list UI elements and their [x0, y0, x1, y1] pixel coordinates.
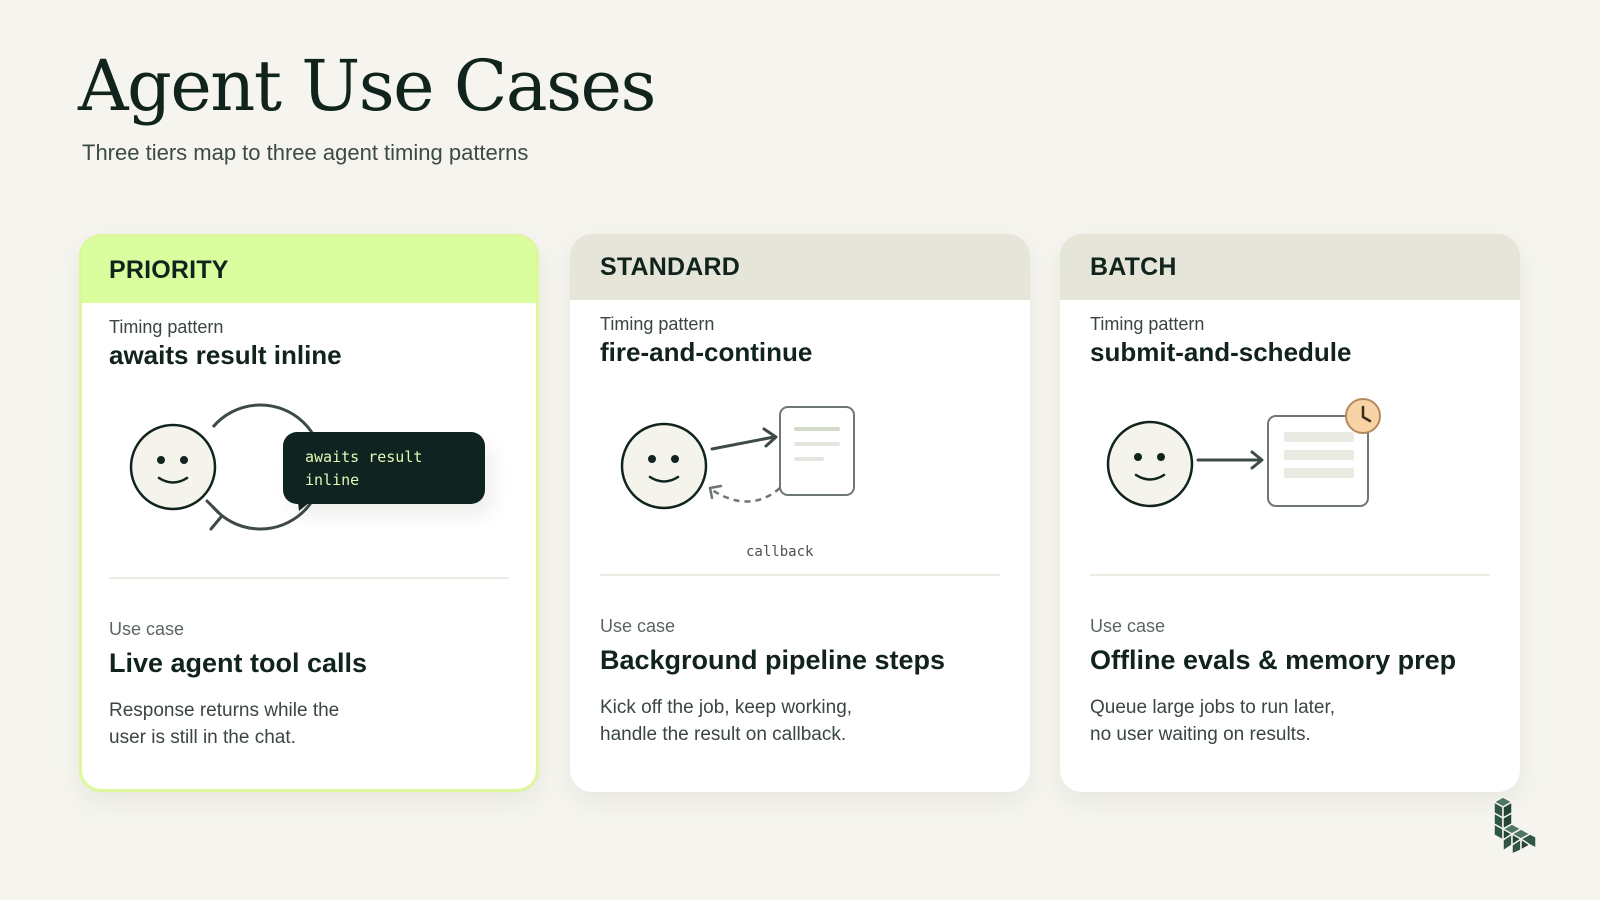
- document-icon: [779, 406, 855, 496]
- description-line-2: user is still in the chat.: [109, 727, 296, 748]
- description-line-1: Kick off the job, keep working,: [600, 697, 853, 718]
- smiley-user-icon: [129, 423, 217, 511]
- usecase-description: Kick off the job, keep working, handle t…: [600, 694, 870, 748]
- usecase-description: Queue large jobs to run later, no user w…: [1090, 694, 1360, 748]
- description-line-2: handle the result on callback.: [600, 724, 847, 745]
- usecase-label: Use case: [600, 616, 676, 636]
- usecase-label: Use case: [109, 619, 185, 639]
- batch-illustration: [1090, 374, 1490, 574]
- bubble-line-2: inline: [305, 471, 360, 489]
- usecase-value: Offline evals & memory prep: [1090, 645, 1457, 675]
- usecase-value: Live agent tool calls: [109, 648, 368, 678]
- standard-illustration: callback: [600, 374, 1000, 574]
- description-line-2: no user waiting on results.: [1090, 724, 1311, 745]
- card-header-standard: STANDARD: [570, 234, 1030, 300]
- divider: [1090, 574, 1490, 576]
- page-title: Agent Use Cases: [78, 45, 656, 127]
- description-line-1: Queue large jobs to run later,: [1090, 697, 1336, 718]
- divider: [600, 574, 1000, 576]
- submit-arrow-icon: [1196, 450, 1264, 470]
- callback-label: callback: [746, 544, 814, 560]
- standard-card: STANDARD Timing pattern fire-and-continu…: [570, 234, 1030, 792]
- bubble-line-1: awaits result: [305, 448, 423, 466]
- description-line-1: Response returns while the: [109, 700, 340, 721]
- timing-label: Timing pattern: [109, 317, 224, 337]
- card-header-priority: PRIORITY: [82, 237, 536, 303]
- smiley-user-icon: [620, 422, 708, 510]
- timing-value: submit-and-schedule: [1090, 337, 1352, 367]
- request-arrow-icon: [710, 427, 778, 451]
- usecase-label: Use case: [1090, 616, 1166, 636]
- card-header-batch: BATCH: [1060, 234, 1520, 300]
- awaits-result-bubble: awaits result inline: [283, 432, 485, 504]
- cube-stack-logo-icon: [1493, 796, 1537, 854]
- usecase-value: Background pipeline steps: [600, 645, 946, 675]
- timing-label: Timing pattern: [600, 314, 715, 334]
- priority-illustration: awaits result inline: [109, 377, 509, 577]
- priority-card: PRIORITY Timing pattern awaits result in…: [79, 234, 539, 792]
- usecase-description: Response returns while the user is still…: [109, 697, 379, 751]
- divider: [109, 577, 509, 579]
- scheduled-job-diagram: [1106, 398, 1381, 508]
- timing-label: Timing pattern: [1090, 314, 1205, 334]
- timing-value: awaits result inline: [109, 340, 342, 370]
- page-subtitle: Three tiers map to three agent timing pa…: [82, 140, 529, 165]
- timing-value: fire-and-continue: [600, 337, 813, 367]
- batch-card: BATCH Timing pattern submit-and-schedule: [1060, 234, 1520, 792]
- clock-icon: [1345, 398, 1381, 434]
- smiley-user-icon: [1106, 420, 1194, 508]
- callback-arrow-icon: [708, 484, 781, 503]
